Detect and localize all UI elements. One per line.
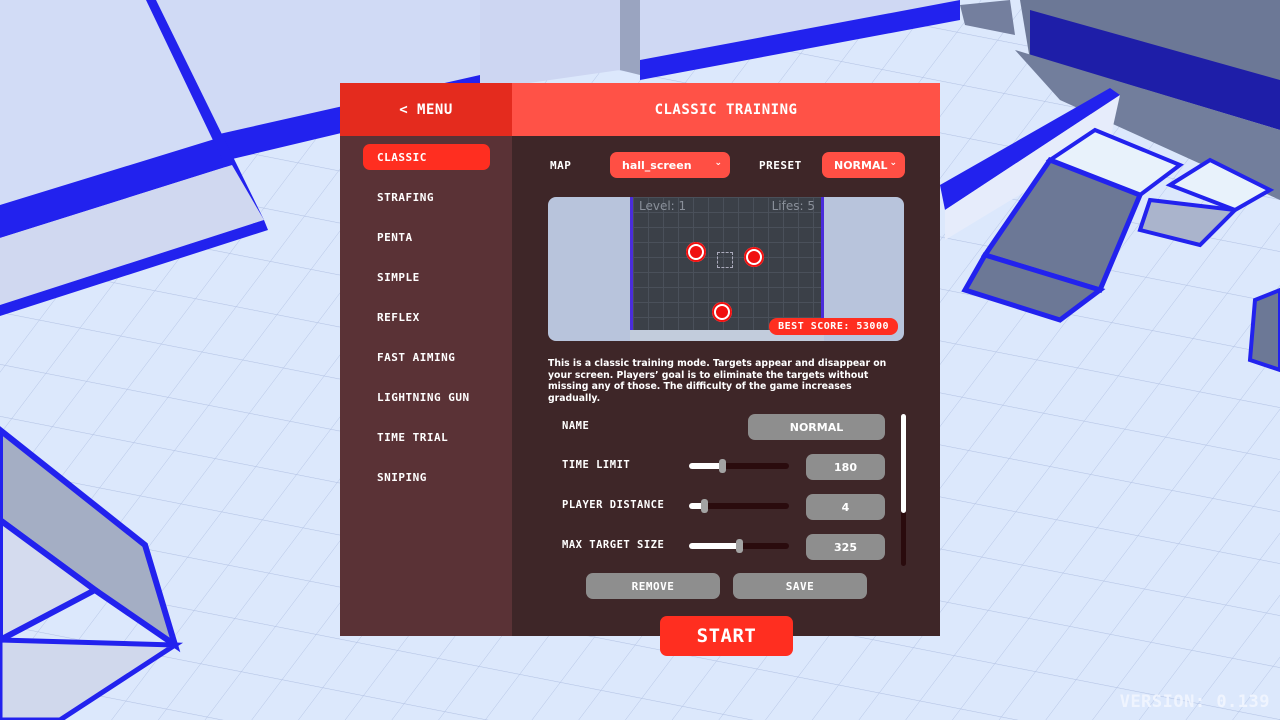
preset-select-value: NORMAL xyxy=(834,158,888,172)
preset-select[interactable]: NORMAL ⌄ xyxy=(822,152,905,178)
preview-lifes-text: Lifes: 5 xyxy=(771,199,815,213)
player-distance-label: PLAYER DISTANCE xyxy=(562,499,665,511)
sidebar-item-simple[interactable]: SIMPLE xyxy=(363,264,490,290)
sidebar-item-lightning-gun[interactable]: LIGHTNING GUN xyxy=(363,384,490,410)
version-text: VERSION: 0.139 xyxy=(1119,692,1270,712)
remove-button[interactable]: REMOVE xyxy=(586,573,720,599)
max-target-size-slider[interactable] xyxy=(689,539,789,553)
save-button[interactable]: SAVE xyxy=(733,573,867,599)
slider-fill xyxy=(689,543,739,549)
preview-target-screen: Level: 1 Lifes: 5 xyxy=(630,197,824,330)
target-icon xyxy=(744,247,764,267)
start-button[interactable]: START xyxy=(660,616,793,656)
preset-label: PRESET xyxy=(759,159,802,172)
slider-thumb[interactable] xyxy=(701,499,708,513)
player-distance-field[interactable]: 4 xyxy=(806,494,885,520)
slider-fill xyxy=(689,463,722,469)
sidebar-item-sniping[interactable]: SNIPING xyxy=(363,464,490,490)
chevron-down-icon: ⌄ xyxy=(889,158,897,168)
max-target-size-label: MAX TARGET SIZE xyxy=(562,539,665,551)
crosshair-icon xyxy=(717,252,733,268)
menu-back-button[interactable]: < MENU xyxy=(340,83,512,136)
sidebar-item-strafing[interactable]: STRAFING xyxy=(363,184,490,210)
mode-preview-image: Level: 1 Lifes: 5 BEST SCORE: 53000 xyxy=(548,197,904,341)
preset-name-field[interactable]: NORMAL xyxy=(748,414,885,440)
sidebar-item-reflex[interactable]: REFLEX xyxy=(363,304,490,330)
map-select-value: hall_screen xyxy=(622,158,692,172)
slider-thumb[interactable] xyxy=(719,459,726,473)
training-panel: < MENU CLASSIC TRAINING CLASSIC STRAFING… xyxy=(340,83,940,636)
time-limit-label: TIME LIMIT xyxy=(562,459,631,471)
map-select[interactable]: hall_screen ⌄ xyxy=(610,152,730,178)
player-distance-slider[interactable] xyxy=(689,499,789,513)
max-target-size-field[interactable]: 325 xyxy=(806,534,885,560)
target-icon xyxy=(712,302,732,322)
target-icon xyxy=(686,242,706,262)
name-label: NAME xyxy=(562,420,590,432)
time-limit-slider[interactable] xyxy=(689,459,789,473)
sidebar-item-fast-aiming[interactable]: FAST AIMING xyxy=(363,344,490,370)
time-limit-field[interactable]: 180 xyxy=(806,454,885,480)
preview-level-text: Level: 1 xyxy=(639,199,687,213)
mode-sidebar: CLASSIC STRAFING PENTA SIMPLE REFLEX FAS… xyxy=(340,136,512,636)
chevron-down-icon: ⌄ xyxy=(714,158,722,168)
settings-scrollbar[interactable] xyxy=(901,414,906,566)
mode-content: MAP hall_screen ⌄ PRESET NORMAL ⌄ Level:… xyxy=(512,136,940,636)
map-label: MAP xyxy=(550,159,572,172)
page-title: CLASSIC TRAINING xyxy=(512,83,940,136)
sidebar-item-penta[interactable]: PENTA xyxy=(363,224,490,250)
sidebar-item-classic[interactable]: CLASSIC xyxy=(363,144,490,170)
scrollbar-thumb[interactable] xyxy=(901,414,906,513)
mode-description: This is a classic training mode. Targets… xyxy=(548,358,887,404)
slider-thumb[interactable] xyxy=(736,539,743,553)
sidebar-item-time-trial[interactable]: TIME TRIAL xyxy=(363,424,490,450)
best-score-badge: BEST SCORE: 53000 xyxy=(769,318,898,335)
